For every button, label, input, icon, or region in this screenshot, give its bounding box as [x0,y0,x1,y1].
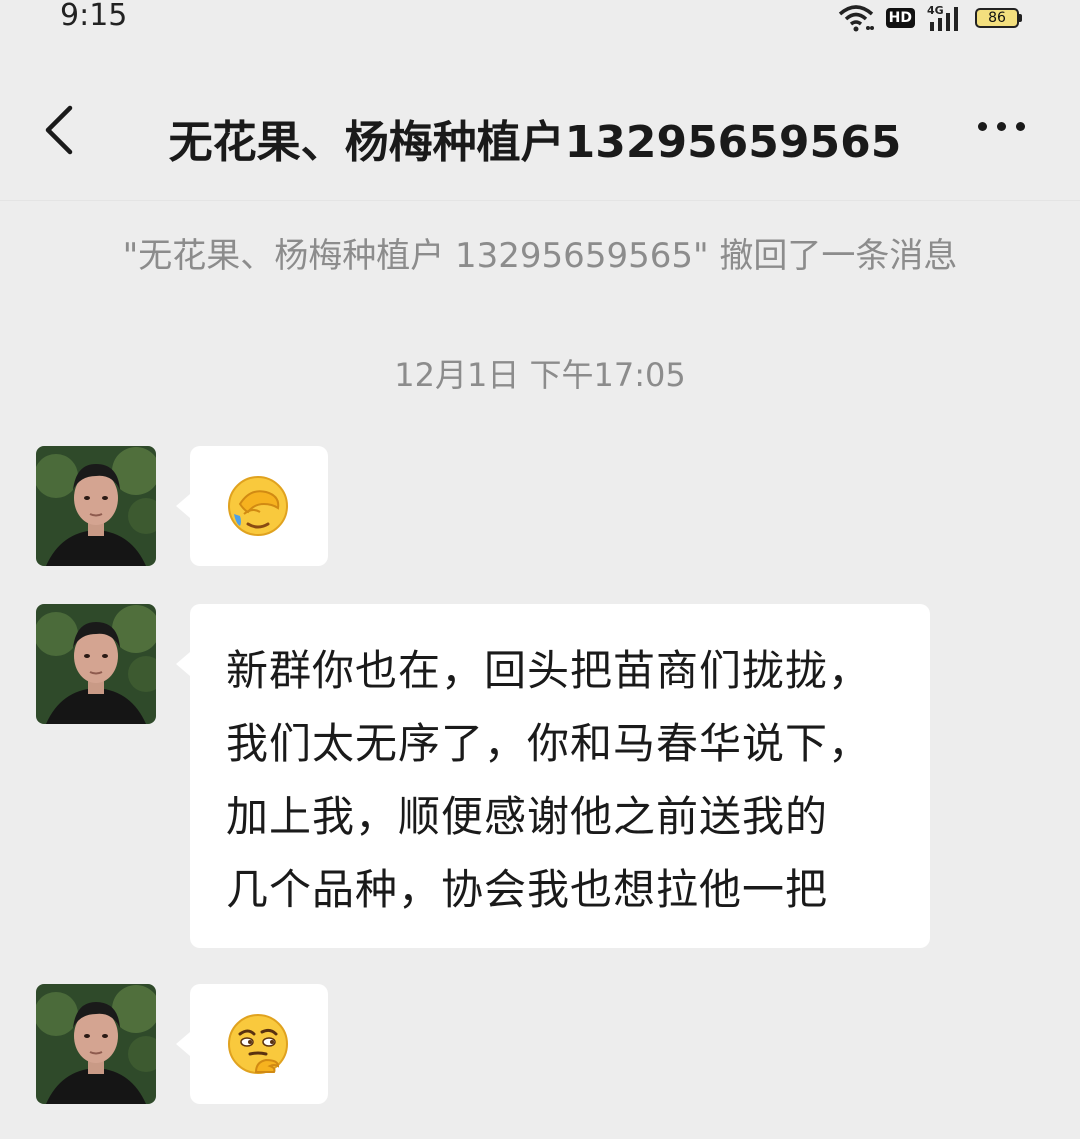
message-timestamp: 12月1日 下午17:05 [394,356,686,394]
hd-icon: HD [885,8,915,28]
status-bar: 9:15 HD 4G 86 [0,0,1080,40]
status-time: 9:15 [60,0,128,33]
battery-icon: 86 [975,8,1022,28]
more-options-button[interactable] [978,122,1025,131]
thinking-emoji [228,1014,288,1074]
message-bubble[interactable]: 新群你也在，回头把苗商们拢拢， 我们太无序了，你和马春华说下， 加上我，顺便感谢… [176,604,930,948]
message-bubble[interactable] [176,984,328,1104]
sender-avatar[interactable] [36,604,156,724]
chat-title: 无花果、杨梅种植户13295659565 [168,117,902,168]
wifi-icon [838,5,874,32]
svg-text:4G: 4G [927,4,944,17]
message-bubble[interactable] [176,446,328,566]
sender-avatar[interactable] [36,446,156,566]
sender-avatar[interactable] [36,984,156,1104]
facepalm-emoji [228,476,288,536]
battery-level: 86 [988,10,1006,26]
message-text: 新群你也在，回头把苗商们拢拢， 我们太无序了，你和马春华说下， 加上我，顺便感谢… [226,646,872,914]
signal-4g-icon: 4G [927,4,958,31]
recall-notice: "无花果、杨梅种植户 13295659565" 撤回了一条消息 [122,236,958,276]
status-icons: HD 4G 86 [838,4,1022,32]
more-dots-icon [978,122,987,131]
chat-header: 无花果、杨梅种植户13295659565 [0,70,1080,190]
header-divider [0,200,1080,201]
